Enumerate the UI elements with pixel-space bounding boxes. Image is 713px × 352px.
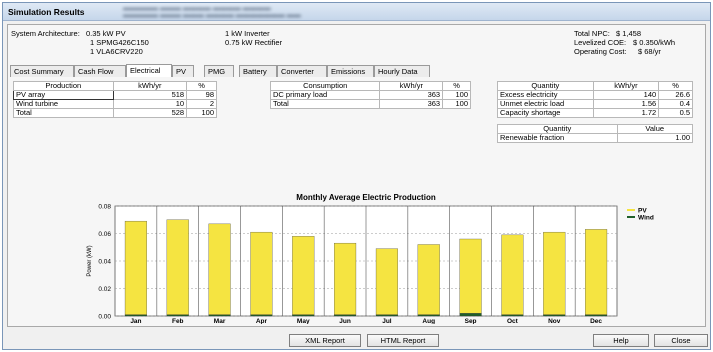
help-button[interactable]: Help	[593, 334, 649, 347]
operating-cost-value: $ 68/yr	[638, 47, 661, 56]
bar-wind-jul	[375, 314, 398, 317]
cell: Total	[13, 108, 114, 118]
bar-wind-mar	[208, 314, 231, 317]
tab-pmg[interactable]: PMG	[204, 65, 234, 77]
bar-pv-dec	[585, 229, 608, 315]
x-tick-label: May	[297, 318, 310, 324]
bar-wind-nov	[543, 314, 566, 317]
chart-title: Monthly Average Electric Production	[296, 193, 436, 202]
tab-cash-flow[interactable]: Cash Flow	[74, 65, 126, 77]
bar-wind-aug	[417, 314, 440, 317]
bar-pv-nov	[543, 231, 566, 315]
tab-emissions[interactable]: Emissions	[327, 65, 374, 77]
table-row[interactable]: Wind turbine 10 2	[13, 99, 217, 109]
system-architecture-label: System Architecture:	[11, 29, 80, 38]
cell: 100	[186, 108, 217, 118]
y-axis-label: Power (kW)	[87, 245, 93, 276]
levelized-coe-value: $ 0.350/kWh	[633, 38, 676, 47]
bar-pv-jul	[375, 248, 398, 315]
bar-pv-feb	[166, 219, 189, 315]
y-tick-label: 0.04	[98, 259, 111, 266]
y-tick-label: 0.00	[98, 314, 111, 321]
x-tick-label: Sep	[465, 318, 477, 324]
arch-line-4: 1 kW Inverter	[225, 29, 270, 38]
production-table: Production kWh/yr % PV array 518 98 Wind…	[13, 81, 217, 118]
x-tick-label: Apr	[256, 318, 268, 324]
bar-wind-feb	[166, 314, 189, 317]
x-tick-label: Mar	[214, 318, 226, 324]
html-report-button[interactable]: HTML Report	[367, 334, 439, 347]
bar-pv-may	[292, 236, 315, 315]
table-row[interactable]: Total 363 100	[269, 99, 471, 109]
levelized-coe-label: Levelized COE:	[574, 38, 627, 47]
x-tick-label: Aug	[422, 318, 435, 324]
bar-wind-jun	[334, 314, 357, 317]
cell: 1.72	[592, 108, 660, 118]
bar-pv-mar	[208, 223, 231, 315]
cell: 528	[112, 108, 188, 118]
bar-wind-jan	[124, 314, 147, 317]
arch-line-2: 1 SPMG426C150	[90, 38, 149, 47]
x-tick-label: Jan	[130, 318, 141, 324]
quantity-table: Quantity kWh/yr % Excess electricity 140…	[497, 81, 693, 118]
bar-wind-dec	[585, 314, 608, 317]
bar-pv-aug	[417, 244, 440, 315]
total-npc-label: Total NPC:	[574, 29, 610, 38]
window-title: Simulation Results	[8, 7, 85, 17]
cell: 0.5	[658, 108, 693, 118]
table-row[interactable]: Renewable fraction 1.00	[497, 133, 693, 143]
cell: 363	[379, 99, 444, 109]
tab-pv[interactable]: PV	[172, 65, 194, 77]
total-npc-value: $ 1,458	[616, 29, 642, 38]
monthly-production-chart: Monthly Average Electric Production 0.00 0…	[87, 193, 654, 324]
x-tick-label: Jun	[339, 318, 351, 324]
arch-line-3: 1 VLA6CRV220	[90, 47, 143, 56]
legend-label-wind: Wind	[638, 214, 654, 221]
close-button[interactable]: Close	[654, 334, 708, 347]
bar-wind-oct	[501, 314, 524, 317]
xml-report-button[interactable]: XML Report	[289, 334, 361, 347]
bar-pv-apr	[250, 231, 273, 315]
arch-line-1: 0.35 kW PV	[86, 29, 126, 38]
y-tick-label: 0.08	[98, 204, 111, 211]
tab-battery[interactable]: Battery	[239, 65, 277, 77]
x-tick-label: Jul	[382, 318, 392, 324]
title-bar-blurred-info: ▬▬▬▬▬ ▬▬▬ ▬▬▬▬ ▬▬▬▬ ▬▬▬▬ ▬▬▬▬▬ ▬▬▬ ▬▬▬ ▬▬…	[123, 5, 301, 19]
cell: Renewable fraction	[497, 133, 618, 143]
tab-cost-summary[interactable]: Cost Summary	[10, 65, 74, 77]
bar-pv-jun	[334, 242, 357, 315]
legend-label-pv: PV	[638, 207, 647, 214]
cell: Total	[269, 99, 381, 109]
bar-wind-may	[292, 314, 315, 317]
table-row[interactable]: DC primary load 363 100	[269, 90, 471, 100]
bar-wind-apr	[250, 314, 273, 317]
bar-wind-sep	[459, 313, 482, 317]
cell: Capacity shortage	[497, 108, 594, 118]
consumption-table: Consumption kWh/yr % DC primary load 363…	[269, 81, 471, 109]
tab-hourly-data[interactable]: Hourly Data	[374, 65, 430, 77]
operating-cost-label: Operating Cost:	[574, 47, 627, 56]
simulation-results-window: Simulation Results ▬▬▬▬▬ ▬▬▬ ▬▬▬▬ ▬▬▬▬ ▬…	[2, 2, 711, 350]
arch-line-5: 0.75 kW Rectifier	[225, 38, 283, 47]
bar-pv-oct	[501, 234, 524, 315]
x-tick-label: Nov	[548, 318, 561, 324]
bar-pv-sep	[459, 238, 482, 314]
x-tick-label: Oct	[507, 318, 519, 324]
y-tick-label: 0.06	[98, 231, 111, 238]
bar-pv-jan	[124, 220, 147, 315]
cell: 1.00	[616, 133, 693, 143]
table-row[interactable]: Capacity shortage 1.72 0.5	[497, 108, 693, 118]
x-tick-label: Dec	[590, 318, 602, 324]
cell: 100	[442, 99, 471, 109]
x-tick-label: Feb	[172, 318, 184, 324]
y-tick-label: 0.02	[98, 286, 111, 293]
renewable-table: Quantity Value Renewable fraction 1.00	[497, 124, 693, 143]
tab-converter[interactable]: Converter	[277, 65, 327, 77]
table-row[interactable]: Total 528 100	[13, 108, 217, 118]
title-bar: Simulation Results ▬▬▬▬▬ ▬▬▬ ▬▬▬▬ ▬▬▬▬ ▬…	[3, 3, 710, 21]
tab-electrical[interactable]: Electrical	[126, 64, 172, 77]
